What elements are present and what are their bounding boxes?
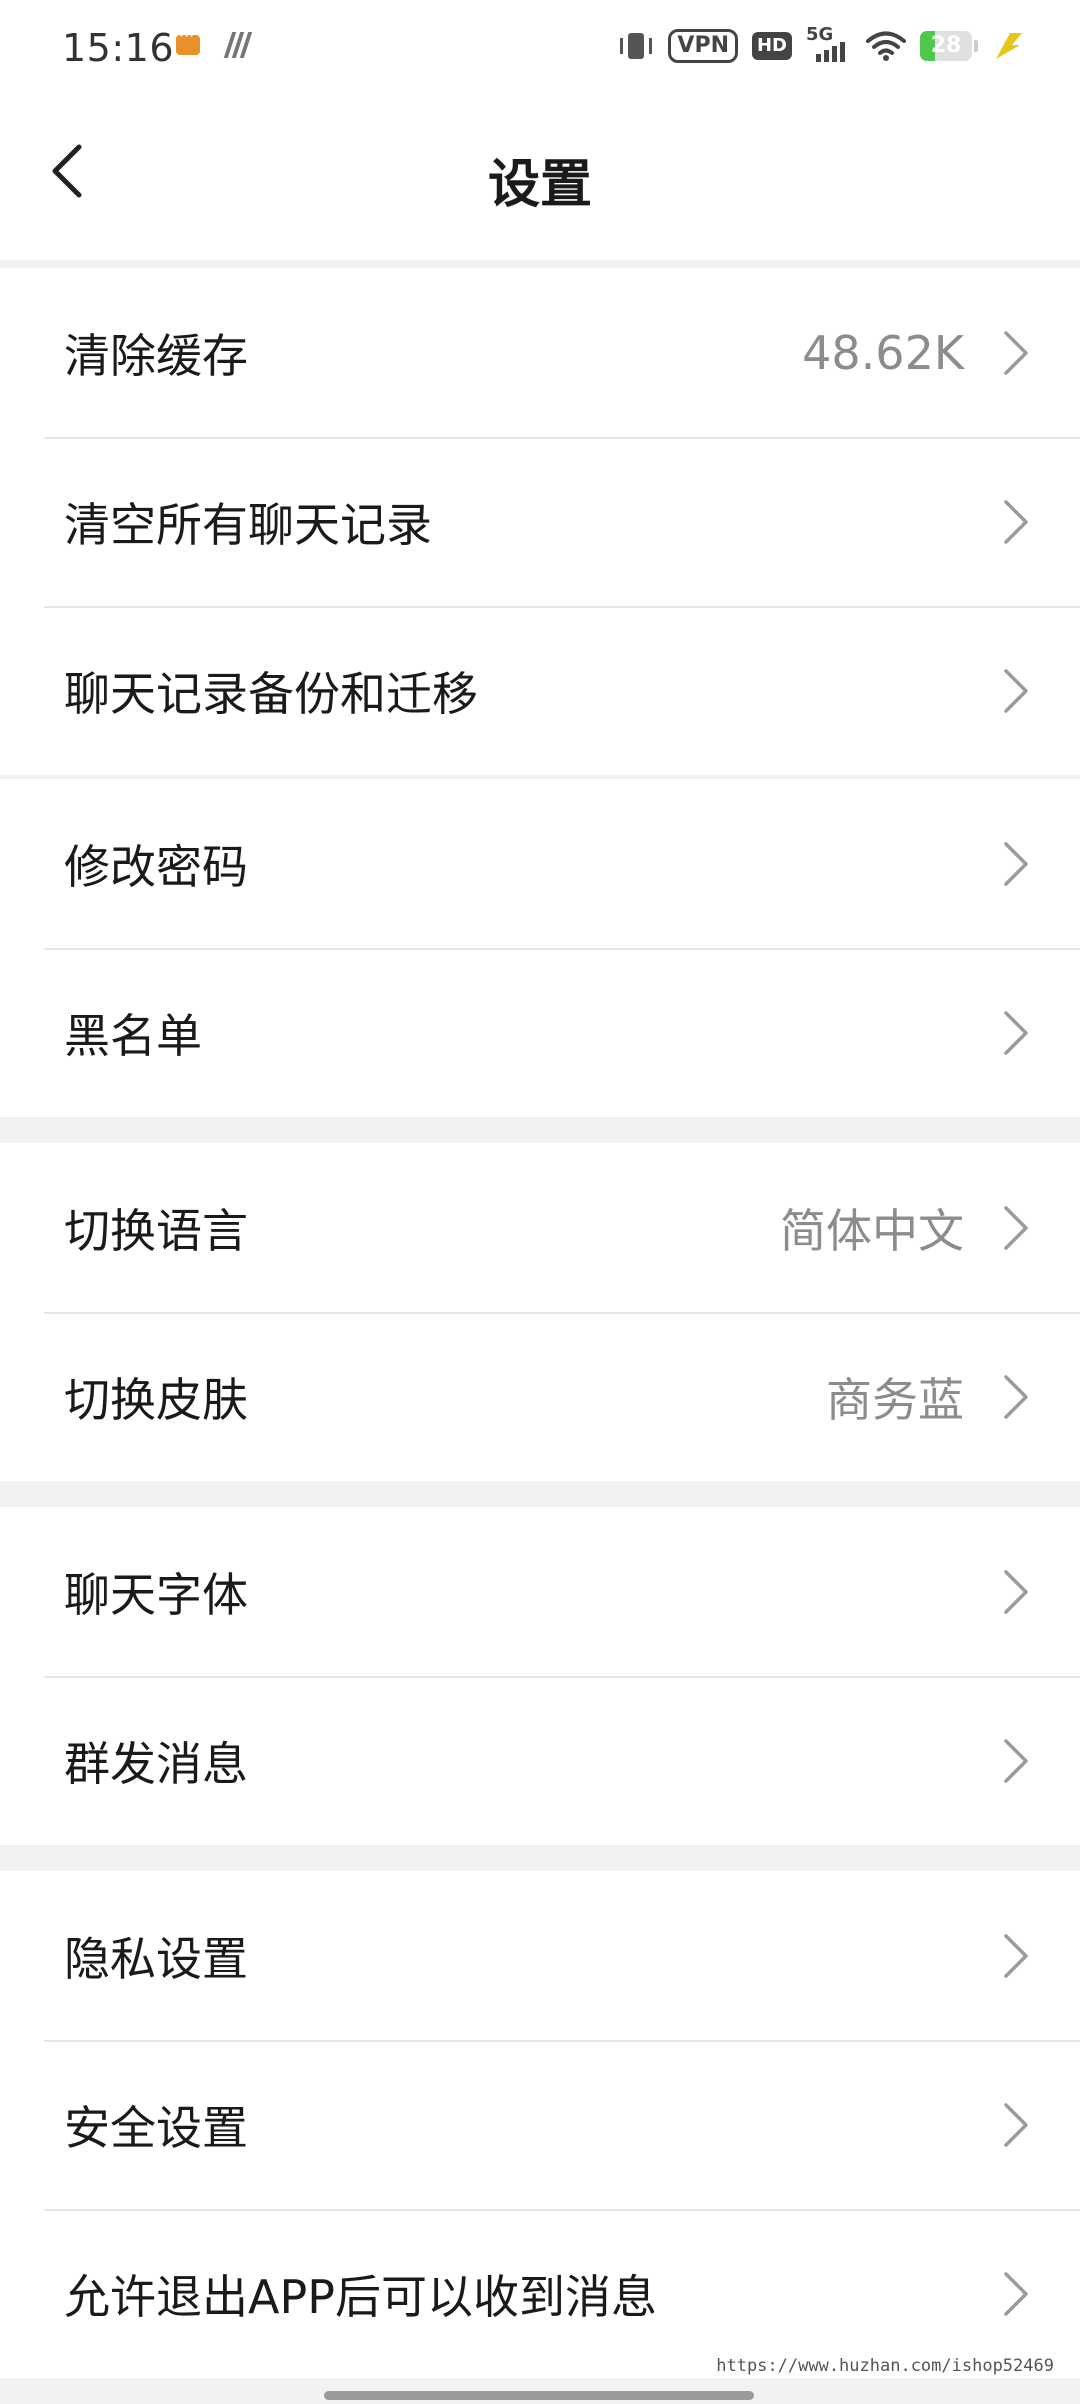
settings-group-appearance: 切换语言 简体中文切换皮肤 商务蓝 — [0, 1143, 1080, 1481]
wifi-icon — [866, 31, 906, 61]
privacy-settings-row[interactable]: 隐私设置 — [0, 1871, 1080, 2040]
settings-row-label: 聊天字体 — [64, 1567, 248, 1622]
vibrate-icon — [618, 31, 654, 61]
stripes-app-icon — [223, 32, 254, 58]
settings-row-label: 群发消息 — [64, 1736, 248, 1791]
status-time: 15:16 — [62, 26, 175, 70]
chevron-right-icon — [1004, 499, 1028, 544]
chevron-right-icon — [1004, 2102, 1028, 2147]
switch-skin-row[interactable]: 切换皮肤 商务蓝 — [0, 1312, 1080, 1481]
change-password-row[interactable]: 修改密码 — [0, 779, 1080, 948]
receive-messages-after-exit-row[interactable]: 允许退出APP后可以收到消息 — [0, 2209, 1080, 2378]
settings-row-label: 安全设置 — [64, 2100, 248, 2155]
chevron-right-icon — [1004, 1010, 1028, 1055]
settings-row-label: 允许退出APP后可以收到消息 — [64, 2269, 657, 2324]
switch-language-row[interactable]: 切换语言 简体中文 — [0, 1143, 1080, 1312]
settings-group-privacy: 隐私设置安全设置允许退出APP后可以收到消息 — [0, 1871, 1080, 2378]
vpn-icon: VPN — [668, 29, 738, 63]
battery-level: 28 — [930, 33, 962, 58]
chevron-right-icon — [1004, 330, 1028, 375]
chat-backup-migration-row[interactable]: 聊天记录备份和迁移 — [0, 606, 1080, 775]
chevron-right-icon — [1004, 1738, 1028, 1783]
chat-font-row[interactable]: 聊天字体 — [0, 1507, 1080, 1676]
home-indicator[interactable] — [324, 2391, 754, 2400]
page-title: 设置 — [487, 155, 592, 215]
signal-5g-icon: 5G — [806, 24, 852, 64]
settings-group-chat: 聊天字体 群发消息 — [0, 1507, 1080, 1845]
settings-row-label: 隐私设置 — [64, 1931, 248, 1986]
settings-group-account: 修改密码 黑名单 — [0, 779, 1080, 1117]
battery-icon: 28 — [920, 31, 978, 61]
settings-row-value: 商务蓝 — [826, 1372, 964, 1427]
settings-row-value: 48.62K — [802, 325, 964, 380]
clear-cache-row[interactable]: 清除缓存 48.62K — [0, 268, 1080, 437]
security-settings-row[interactable]: 安全设置 — [0, 2040, 1080, 2209]
chevron-right-icon — [1004, 1569, 1028, 1614]
settings-row-label: 清除缓存 — [64, 328, 248, 383]
message-notification-icon — [176, 26, 200, 55]
settings-row-label: 修改密码 — [64, 839, 248, 894]
clear-all-chats-row[interactable]: 清空所有聊天记录 — [0, 437, 1080, 606]
chevron-right-icon — [1004, 668, 1028, 713]
broadcast-message-row[interactable]: 群发消息 — [0, 1676, 1080, 1845]
chevron-right-icon — [1004, 1205, 1028, 1250]
chevron-right-icon — [1004, 1933, 1028, 1978]
settings-row-label: 清空所有聊天记录 — [64, 497, 432, 552]
hd-icon: HD — [751, 32, 792, 60]
chevron-right-icon — [1004, 1374, 1028, 1419]
chevron-right-icon — [1004, 2271, 1028, 2316]
settings-row-label: 黑名单 — [64, 1008, 202, 1063]
watermark-text: https://www.huzhan.com/ishop52469 — [716, 2356, 1054, 2376]
blacklist-row[interactable]: 黑名单 — [0, 948, 1080, 1117]
settings-row-label: 切换皮肤 — [64, 1372, 248, 1427]
navigation-header: 设置 — [0, 100, 1080, 260]
charging-bolt-icon — [996, 33, 1022, 59]
status-bar: 15:16 VPN HD 5G — [0, 0, 1080, 100]
settings-row-label: 聊天记录备份和迁移 — [64, 666, 478, 721]
settings-screen: 15:16 VPN HD 5G — [0, 0, 1080, 2404]
settings-group-cache: 清除缓存 48.62K 清空所有聊天记录 聊天记录备份和迁移 — [0, 268, 1080, 775]
settings-row-value: 简体中文 — [780, 1203, 964, 1258]
chevron-right-icon — [1004, 841, 1028, 886]
settings-row-label: 切换语言 — [64, 1203, 248, 1258]
